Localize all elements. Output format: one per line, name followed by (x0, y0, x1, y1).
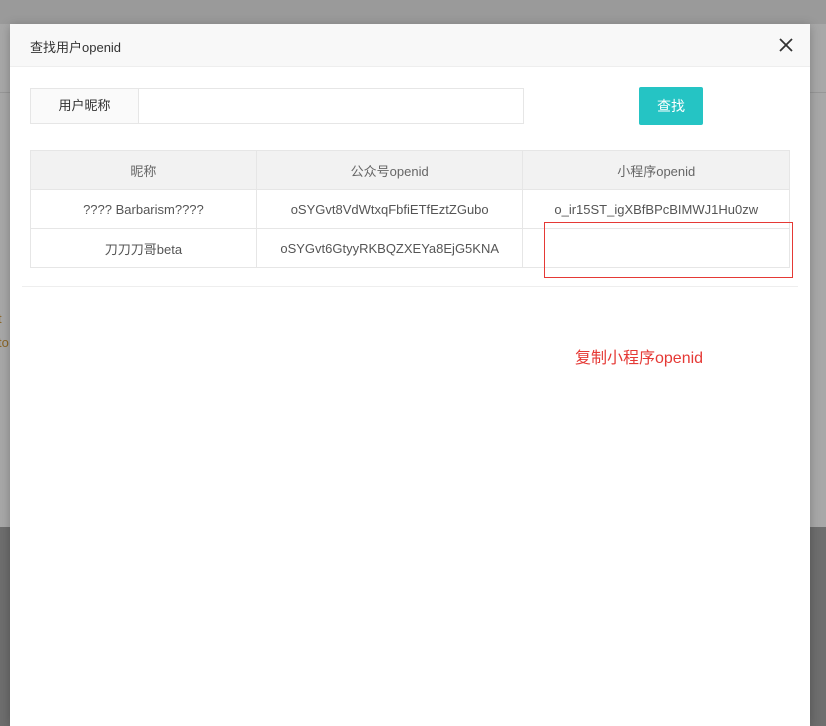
close-icon[interactable] (776, 35, 796, 55)
cell-miniprogram-openid[interactable]: o_ir15ST_igXBfBPcBIMWJ1Hu0zw (522, 189, 790, 229)
result-table: 昵称 公众号openid 小程序openid ???? Barbarism???… (30, 150, 790, 268)
table-header-row: 昵称 公众号openid 小程序openid (30, 150, 790, 190)
annotation-text: 复制小程序openid (575, 350, 704, 367)
dialog-header: 查找用户openid (10, 24, 810, 67)
table-row: ???? Barbarism???? oSYGvt8VdWtxqFbfiETfE… (30, 189, 790, 229)
column-header-official-openid: 公众号openid (255, 150, 524, 190)
find-openid-dialog: 查找用户openid 用户昵称 查找 昵称 公众号openid 小程序openi… (10, 24, 810, 726)
column-header-miniprogram-openid: 小程序openid (522, 150, 790, 190)
nickname-search-input[interactable] (138, 88, 524, 124)
column-header-nickname: 昵称 (30, 150, 257, 190)
cell-nickname: ???? Barbarism???? (30, 189, 257, 229)
dialog-title: 查找用户openid (30, 40, 122, 55)
search-button[interactable]: 查找 (639, 87, 703, 125)
content-panel: 用户昵称 查找 昵称 公众号openid 小程序openid ???? Barb… (22, 74, 798, 367)
nickname-label: 用户昵称 (30, 88, 138, 124)
cell-miniprogram-openid[interactable] (522, 228, 790, 268)
cell-nickname: 刀刀刀哥beta (30, 228, 257, 268)
table-row: 刀刀刀哥beta oSYGvt6GtyyRKBQZXEYa8EjG5KNA (30, 228, 790, 268)
cell-official-openid[interactable]: oSYGvt6GtyyRKBQZXEYa8EjG5KNA (255, 228, 524, 268)
cell-official-openid[interactable]: oSYGvt8VdWtxqFbfiETfEztZGubo (255, 189, 524, 229)
